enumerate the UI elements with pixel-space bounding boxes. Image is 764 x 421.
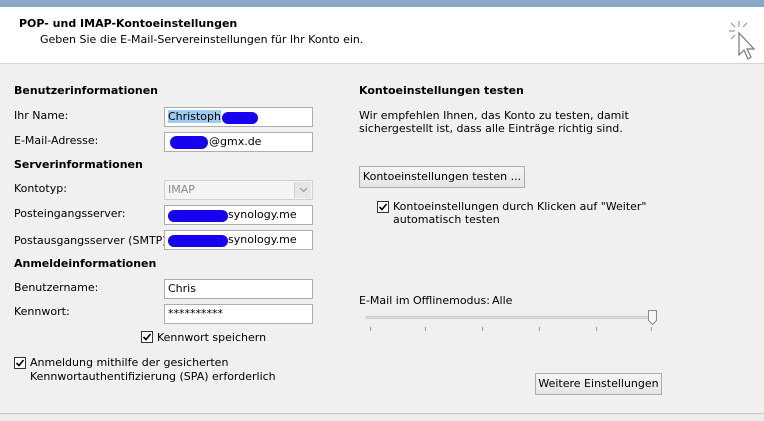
name-label: Ihr Name: — [14, 109, 69, 122]
slider-tick — [370, 327, 371, 331]
remember-password-checkbox[interactable] — [141, 331, 153, 343]
user-info-heading: Benutzerinformationen — [14, 84, 159, 97]
spa-label-line2: Kennwortauthentifizierung (SPA) erforder… — [30, 370, 276, 383]
cursor-sparkle-icon — [729, 21, 756, 60]
slider-tick — [596, 327, 597, 331]
checkmark-icon — [378, 203, 388, 211]
outgoing-server-value: synology.me — [228, 233, 297, 246]
name-field[interactable]: Christoph — [164, 107, 313, 127]
email-label: E-Mail-Adresse: — [14, 134, 99, 147]
redaction-mark — [170, 136, 208, 149]
test-description-line2: sichergestellt ist, dass alle Einträge r… — [359, 122, 623, 135]
name-value: Christoph — [168, 110, 221, 123]
auto-test-label-line2: automatisch testen — [393, 213, 500, 226]
offline-mode-label: E-Mail im Offlinemodus: — [359, 294, 490, 307]
offline-slider-thumb[interactable] — [648, 310, 657, 325]
slider-tick — [425, 327, 426, 331]
chevron-down-icon — [294, 182, 311, 198]
offline-slider-track[interactable] — [366, 316, 656, 319]
redaction-mark — [168, 210, 228, 222]
page-subtitle: Geben Sie die E-Mail-Servereinstellungen… — [40, 33, 364, 46]
email-field[interactable]: @gmx.de — [164, 132, 313, 152]
page-title: POP- und IMAP-Kontoeinstellungen — [19, 17, 238, 30]
checkmark-icon — [142, 333, 152, 341]
username-value: Chris — [168, 282, 196, 295]
username-label: Benutzername: — [14, 281, 99, 294]
test-heading: Kontoeinstellungen testen — [359, 84, 524, 97]
email-value: @gmx.de — [209, 135, 262, 148]
password-field[interactable]: ********** — [164, 304, 313, 324]
dialog-header: POP- und IMAP-Kontoeinstellungen Geben S… — [0, 7, 764, 64]
test-description-line1: Wir empfehlen Ihnen, das Konto zu testen… — [359, 109, 629, 122]
password-value: ********** — [168, 307, 223, 320]
spa-label-line1: Anmeldung mithilfe der gesicherten — [30, 356, 229, 369]
account-type-value: IMAP — [168, 183, 195, 196]
login-info-heading: Anmeldeinformationen — [14, 257, 157, 270]
more-settings-button[interactable]: Weitere Einstellungen — [535, 373, 662, 395]
remember-password-label: Kennwort speichern — [157, 331, 267, 344]
redaction-mark — [222, 112, 258, 124]
auto-test-label-line1: Kontoeinstellungen durch Klicken auf "We… — [393, 200, 647, 213]
checkmark-icon — [15, 359, 25, 367]
slider-tick — [651, 327, 652, 331]
password-label: Kennwort: — [14, 305, 70, 318]
title-strip — [0, 0, 764, 7]
slider-tick — [482, 327, 483, 331]
test-account-button[interactable]: Kontoeinstellungen testen ... — [359, 166, 525, 188]
outgoing-server-label: Postausgangsserver (SMTP): — [14, 234, 171, 247]
incoming-server-field[interactable]: synology.me — [164, 205, 313, 225]
auto-test-checkbox[interactable] — [377, 201, 389, 213]
incoming-server-label: Posteingangsserver: — [14, 207, 126, 220]
offline-mode-value: Alle — [492, 294, 513, 307]
outgoing-server-field[interactable]: synology.me — [164, 230, 313, 250]
server-info-heading: Serverinformationen — [14, 158, 143, 171]
account-type-select[interactable]: IMAP — [164, 180, 313, 200]
slider-tick — [539, 327, 540, 331]
footer-band — [0, 414, 764, 421]
redaction-mark — [168, 235, 228, 247]
account-type-label: Kontotyp: — [14, 182, 67, 195]
username-field[interactable]: Chris — [164, 279, 313, 299]
spa-checkbox[interactable] — [14, 357, 26, 369]
incoming-server-value: synology.me — [228, 208, 297, 221]
